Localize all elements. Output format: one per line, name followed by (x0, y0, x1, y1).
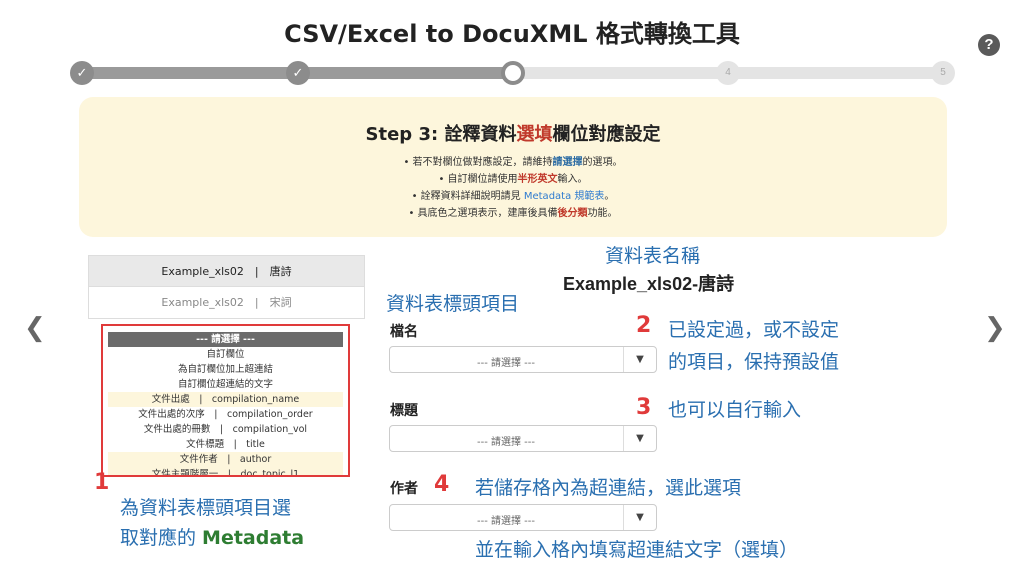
table-name-caption: 資料表名稱 (605, 245, 701, 267)
instruction-item: 若不對欄位做對應設定，請維持請選擇的選項。 (79, 154, 947, 171)
step-2-done-icon[interactable]: ✓ (286, 61, 310, 85)
prev-arrow-icon[interactable]: ❮ (24, 312, 46, 343)
dropdown-option[interactable]: 自訂欄位超連結的文字 (108, 377, 343, 392)
wizard-progress: ✓ ✓ 4 5 (70, 61, 955, 85)
annotation-1-line1: 為資料表標頭項目選 (120, 497, 292, 519)
annotation-3: 也可以自行輸入 (668, 399, 802, 421)
annotation-number-1: 1 (94, 470, 110, 495)
next-arrow-icon[interactable]: ❯ (984, 312, 1006, 343)
step-4: 4 (716, 61, 740, 85)
field-label-filename: 檔名 (390, 324, 418, 340)
dropdown-option[interactable]: 文件主題階層一 | doc_topic_l1 (108, 467, 343, 475)
chevron-down-icon: ▼ (623, 347, 656, 372)
annotation-number-2: 2 (636, 313, 652, 338)
annotation-4-line1: 若儲存格內為超連結，選此選項 (475, 477, 742, 499)
step-5: 5 (931, 61, 955, 85)
chevron-down-icon: ▼ (623, 426, 656, 451)
step-3-current (501, 61, 525, 85)
annotation-4-line2: 並在輸入格內填寫超連結文字（選填） (475, 539, 799, 561)
metadata-options-list[interactable]: --- 請選擇 --- 自訂欄位 為自訂欄位加上超連結 自訂欄位超連結的文字 文件出處 … (101, 324, 350, 477)
table-name: Example_xls02-唐詩 (563, 274, 735, 294)
dropdown-option[interactable]: 文件出處 | compilation_name (108, 392, 343, 407)
annotation-1-line2: 取對應的 Metadata (120, 527, 305, 549)
step-heading-suffix: 欄位對應設定 (552, 124, 661, 145)
step-heading: Step 3: 詮釋資料選填欄位對應設定 (79, 120, 947, 146)
annotation-2-line2: 的項目，保持預設值 (668, 351, 840, 373)
help-icon[interactable]: ? (978, 34, 1000, 56)
header-items-caption: 資料表標頭項目 (386, 293, 520, 315)
step-heading-highlight: 選填 (516, 124, 553, 145)
step-heading-prefix: Step 3: 詮釋資料 (365, 124, 517, 145)
annotation-number-3: 3 (636, 395, 652, 420)
page-title: CSV/Excel to DocuXML 格式轉換工具 (284, 20, 740, 48)
chevron-down-icon: ▼ (623, 505, 656, 530)
dropdown-option[interactable]: 文件出處的次序 | compilation_order (108, 407, 343, 422)
field-label-title: 標題 (390, 403, 418, 419)
dropdown-option-placeholder[interactable]: --- 請選擇 --- (108, 332, 343, 347)
sheet-tabs: Example_xls02 | 唐詩 Example_xls02 | 宋詞 (88, 255, 365, 319)
field-label-author: 作者 (390, 481, 418, 497)
dropdown-option[interactable]: 文件作者 | author (108, 452, 343, 467)
dropdown-option[interactable]: 文件標題 | title (108, 437, 343, 452)
instruction-item: 詮釋資料詳細說明請見 Metadata 規範表。 (79, 188, 947, 205)
instruction-item: 自訂欄位請使用半形英文輸入。 (79, 171, 947, 188)
annotation-2-line1: 已設定過，或不設定 (668, 319, 840, 341)
metadata-spec-link[interactable]: Metadata 規範表 (524, 191, 605, 202)
step-1-done-icon[interactable]: ✓ (70, 61, 94, 85)
dropdown-option[interactable]: 文件出處的冊數 | compilation_vol (108, 422, 343, 437)
instructions-panel: Step 3: 詮釋資料選填欄位對應設定 若不對欄位做對應設定，請維持請選擇的選… (79, 97, 947, 237)
instructions-list: 若不對欄位做對應設定，請維持請選擇的選項。 自訂欄位請使用半形英文輸入。 詮釋資… (79, 154, 947, 222)
annotation-number-4: 4 (434, 472, 450, 497)
dropdown-option[interactable]: 自訂欄位 (108, 347, 343, 362)
sheet-tab[interactable]: Example_xls02 | 宋詞 (88, 287, 365, 319)
author-select[interactable]: --- 請選擇 --- ▼ (389, 504, 657, 531)
sheet-tab-active[interactable]: Example_xls02 | 唐詩 (88, 255, 365, 287)
filename-select[interactable]: --- 請選擇 --- ▼ (389, 346, 657, 373)
dropdown-option[interactable]: 為自訂欄位加上超連結 (108, 362, 343, 377)
title-select[interactable]: --- 請選擇 --- ▼ (389, 425, 657, 452)
instruction-item: 具底色之選項表示，建庫後具備後分類功能。 (79, 205, 947, 222)
